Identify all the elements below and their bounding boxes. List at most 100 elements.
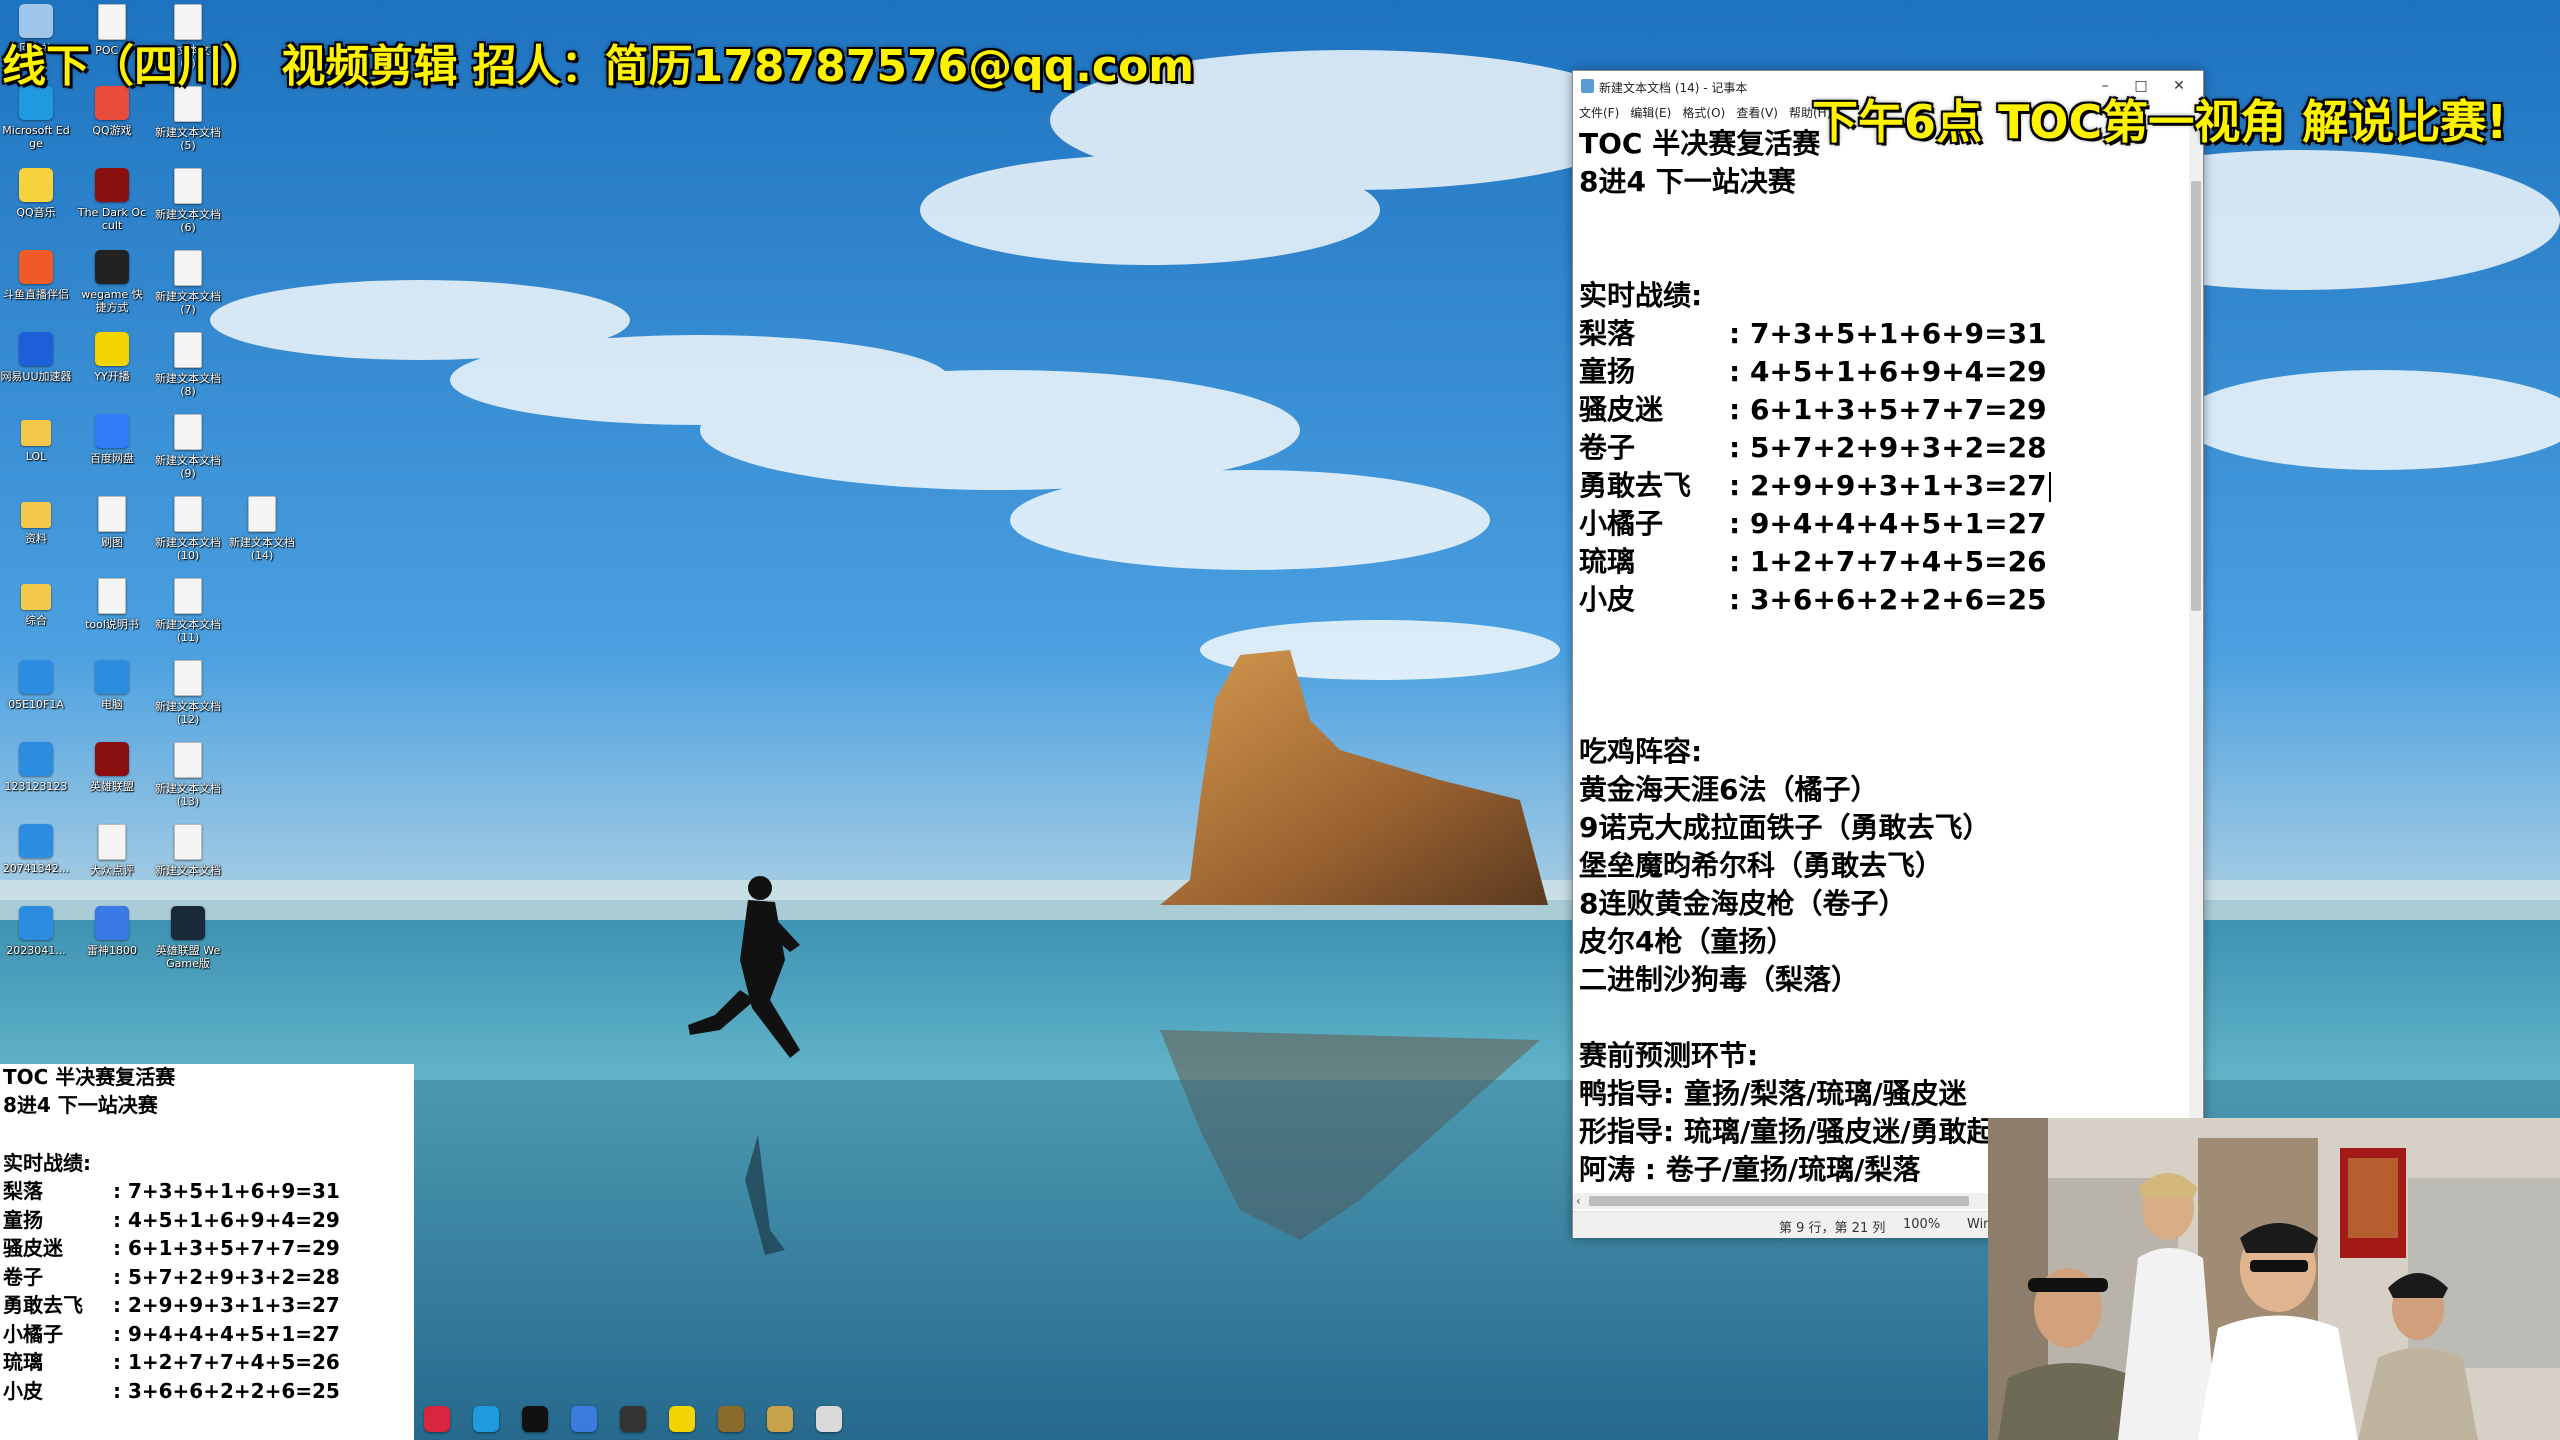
feishu-icon[interactable] (571, 1406, 597, 1432)
vertical-scrollbar[interactable] (2189, 125, 2203, 1255)
desktop-icon[interactable]: 新建文本文档 (9) (152, 414, 224, 480)
document-icon (174, 250, 202, 286)
prediction-line: 鸭指导: 童扬/梨落/琉璃/骚皮迷 (1579, 1077, 1967, 1110)
yy-icon[interactable] (669, 1406, 695, 1432)
desktop-icon-label: 资料 (25, 532, 47, 545)
player-name: 骚皮迷 (3, 1236, 63, 1260)
panel-stats-header: 实时战绩: (3, 1151, 91, 1175)
desktop-icon[interactable]: 大众点评 (76, 824, 148, 877)
desktop-icon-label: 新建文本文档 (12) (155, 700, 221, 726)
desktop-icon-label: 综合 (25, 614, 47, 627)
desktop-icon-label: 新建文本文档 (5) (155, 126, 221, 152)
recruitment-banner: 线下（四川） 视频剪辑 招人：简历178787576@qq.com (2, 41, 1195, 92)
desktop-icon-label: 新建文本文档 (9) (155, 454, 221, 480)
prediction-line: 形指导: 琉璃/童扬/骚皮迷/勇敢起飞 (1579, 1115, 2023, 1148)
edge-icon[interactable] (473, 1406, 499, 1432)
desktop-icon[interactable]: 新建文本文档 (14) (226, 496, 298, 562)
score-row: 勇敢去飞: 2+9+9+3+1+3=27 (1579, 467, 2051, 505)
score-row: 小皮: 3+6+6+2+2+6=25 (1579, 581, 2047, 619)
image-file-icon (19, 906, 53, 940)
lol-icon[interactable] (767, 1406, 793, 1432)
desktop-icon[interactable]: 网易UU加速器 (0, 332, 72, 383)
player-score: : 7+3+5+1+6+9=31 (113, 1179, 340, 1203)
text-editor-area[interactable]: TOC 半决赛复活赛 8进4 下一站决赛 实时战绩: 梨落: 7+3+5+1+6… (1577, 125, 2182, 1225)
score-row: 梨落 : 7+3+5+1+6+9=31 (1579, 315, 2047, 353)
player-name: 勇敢去飞 (1579, 469, 1692, 502)
desktop-icon[interactable]: 新建文本文档 (11) (152, 578, 224, 644)
desktop-icon[interactable]: 斗鱼直播伴侣 (0, 250, 72, 301)
desktop-icon[interactable]: 英雄联盟 WeGame版 (152, 906, 224, 970)
desktop-icon-label: 电脑 (101, 698, 123, 711)
doc-subtitle: 8进4 下一站决赛 (1579, 165, 1796, 198)
player-name: 琉璃 (1579, 545, 1636, 578)
desktop-icon-label: The Dark Occult (77, 206, 147, 232)
folder-icon (21, 502, 51, 528)
desktop-icon-label: 05E10F1A (8, 698, 64, 711)
comps-header: 吃鸡阵容: (1579, 735, 1703, 768)
desktop-icon[interactable]: 新建文本文档 (7) (152, 250, 224, 316)
scroll-thumb[interactable] (1589, 1196, 1969, 1206)
player-score: : 6+1+3+5+7+7=29 (113, 1236, 340, 1260)
desktop-icon[interactable]: 新建文本文档 (5) (152, 86, 224, 152)
score-row: 骚皮迷: 6+1+3+5+7+7=29 (1579, 391, 2047, 429)
menu-file[interactable]: 文件(F) (1579, 104, 1619, 121)
player-score: : 3+6+6+2+2+6=25 (1729, 583, 2047, 616)
document-icon (174, 332, 202, 368)
desktop-icon-label: LOL (25, 450, 47, 463)
scroll-thumb[interactable] (2191, 181, 2201, 611)
notepad-window[interactable]: 新建文本文档 (14) - 记事本 – □ ✕ 文件(F) 编辑(E) 格式(O… (1572, 70, 2204, 1255)
text-caret (2048, 472, 2051, 502)
desktop-icon[interactable]: 资料 (0, 496, 72, 545)
desktop-icon[interactable]: 新建文本文档 (152, 824, 224, 877)
desktop-icon[interactable]: wegame 快捷方式 (76, 250, 148, 314)
player-score: : 3+6+6+2+2+6=25 (113, 1378, 340, 1403)
window-title: 新建文本文档 (14) - 记事本 (1599, 81, 1748, 95)
player-name: 梨落 (1579, 317, 1636, 350)
scroll-left-arrow-icon[interactable]: ‹ (1576, 1193, 1581, 1209)
qq-icon[interactable] (522, 1406, 548, 1432)
player-score: : 1+2+7+7+4+5=26 (1729, 545, 2047, 578)
player-score: : 4+5+1+6+9+4=29 (1729, 355, 2047, 388)
comp-line: 8连败黄金海皮枪（卷子） (1579, 887, 1907, 920)
desktop-icon[interactable]: 刷图 (76, 496, 148, 549)
desktop-icon[interactable]: 综合 (0, 578, 72, 627)
desktop-icon[interactable]: 2023041... (0, 906, 72, 957)
desktop-icon[interactable]: 雷神1800 (76, 906, 148, 957)
player-score: : 7+3+5+1+6+9=31 (1729, 317, 2047, 350)
desktop-icon-label: QQ游戏 (92, 124, 132, 137)
image-file-icon (19, 660, 53, 694)
desktop-icon[interactable]: The Dark Occult (76, 168, 148, 232)
desktop-icon[interactable]: 百度网盘 (76, 414, 148, 465)
obs-icon[interactable] (620, 1406, 646, 1432)
document-icon (174, 414, 202, 450)
desktop-icon[interactable]: 20741342... (0, 824, 72, 875)
desktop-icon[interactable]: 电脑 (76, 660, 148, 711)
desktop-icon[interactable]: Microsoft Edge (0, 86, 72, 150)
lol-client-icon[interactable] (718, 1406, 744, 1432)
document-icon (248, 496, 276, 532)
desktop-icon-label: tool说明书 (85, 618, 139, 631)
menu-edit[interactable]: 编辑(E) (1630, 104, 1671, 121)
desktop-icon[interactable]: 新建文本文档 (12) (152, 660, 224, 726)
desktop-icon[interactable]: 英雄联盟 (76, 742, 148, 793)
desktop-icon-label: 英雄联盟 WeGame版 (155, 944, 221, 970)
notepad-icon[interactable] (816, 1406, 842, 1432)
menu-view[interactable]: 查看(V) (1736, 104, 1778, 121)
player-score: : 5+7+2+9+3+2=28 (1729, 431, 2047, 464)
desktop-icon[interactable]: YY开播 (76, 332, 148, 383)
desktop-icon-label: wegame 快捷方式 (81, 288, 143, 314)
douyu-icon (19, 250, 53, 284)
desktop-icon[interactable]: 123123123 (0, 742, 72, 793)
notepad-icon (1581, 79, 1594, 93)
desktop-icon[interactable]: QQ音乐 (0, 168, 72, 219)
desktop-icon[interactable]: 新建文本文档 (6) (152, 168, 224, 234)
desktop-icon[interactable]: 05E10F1A (0, 660, 72, 711)
menu-format[interactable]: 格式(O) (1682, 104, 1725, 121)
player-name: 卷子 (1579, 431, 1636, 464)
desktop-icon[interactable]: LOL (0, 414, 72, 463)
desktop-icon[interactable]: 新建文本文档 (8) (152, 332, 224, 398)
desktop-icon[interactable]: tool说明书 (76, 578, 148, 631)
desktop-icon[interactable]: 新建文本文档 (13) (152, 742, 224, 808)
netease-music-icon[interactable] (424, 1406, 450, 1432)
desktop-icon[interactable]: 新建文本文档 (10) (152, 496, 224, 562)
